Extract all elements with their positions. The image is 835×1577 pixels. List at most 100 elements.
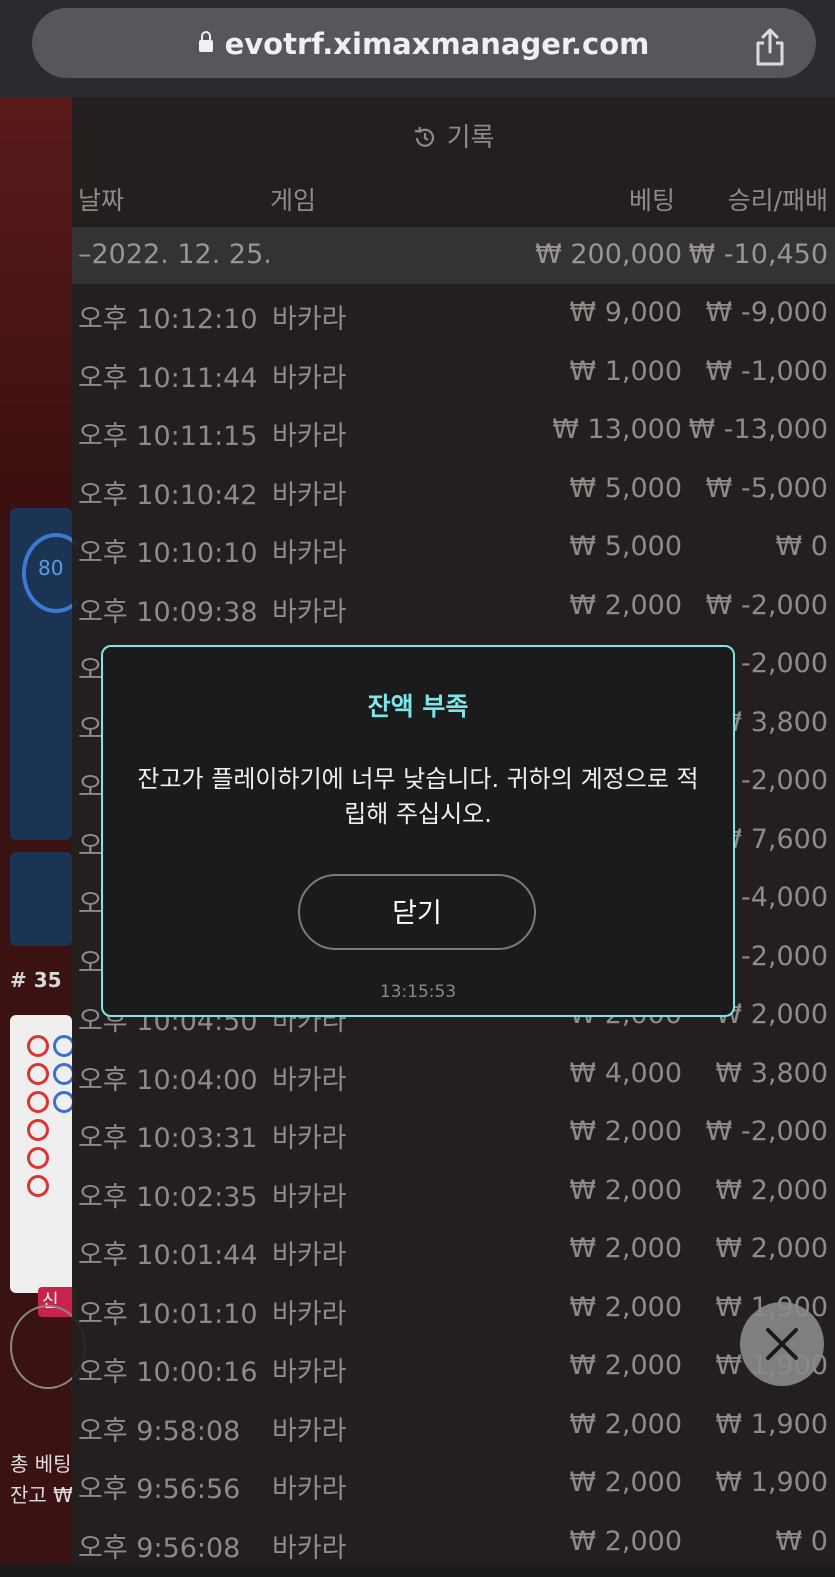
history-row[interactable]: 오후 9:56:08 바카라 ₩ 2,000 ₩ 0 [72,1519,835,1577]
url-text: evotrf.ximaxmanager.com [224,27,650,61]
dialog-message: 잔고가 플레이하기에 너무 낮습니다. 귀하의 계정으로 적립해 주십시오. [137,765,699,828]
row-win-loss: -4,000 [740,882,828,913]
row-win-loss: -2,000 [740,765,828,796]
bet-spot-side[interactable] [10,852,72,946]
share-icon[interactable] [754,28,786,66]
row-time: 오 [78,655,103,686]
row-win-loss: ₩ 2,000 [715,1233,828,1264]
row-win-loss: ₩ -1,000 [705,355,828,387]
url-display[interactable]: evotrf.ximaxmanager.com [32,27,816,61]
row-game: 바카라 [272,1181,347,1213]
column-header-win-loss: 승리/패배 [727,186,828,215]
history-row[interactable]: 오후 10:03:31 바카라 ₩ 2,000 ₩ -2,000 [72,1109,835,1167]
bead-red [27,1035,49,1057]
history-row[interactable]: 오후 10:04:00 바카라 ₩ 4,000 ₩ 3,800 [72,1051,835,1109]
round-number: # 35 [10,968,62,992]
row-game: 바카라 [272,1357,347,1388]
column-header-date: 날짜 [78,186,125,215]
date-group-row[interactable]: –2022. 12. 25. ₩ 200,000 ₩ -10,450 [72,227,835,284]
row-game: 바카라 [272,362,347,394]
close-icon [766,1328,798,1360]
bead-red [27,1063,49,1085]
row-time: 오후 10:01:10 [78,1298,258,1330]
game-table-edge [0,97,72,517]
row-win-loss: ₩ 3,800 [715,1057,828,1089]
row-win-loss: ₩ 1,900 [715,1408,828,1440]
row-bet: ₩ 9,000 [569,297,682,328]
row-bet: ₩ 2,000 [569,589,682,621]
dialog-timestamp: 13:15:53 [379,982,457,1002]
row-win-loss: ₩ -5,000 [705,472,828,504]
address-bar[interactable]: evotrf.ximaxmanager.com [32,8,816,78]
history-title: 기록 [446,123,495,153]
row-time: 오후 10:00:16 [78,1357,258,1388]
row-time: 오 [78,889,103,920]
row-game: 바카라 [272,421,347,452]
history-row[interactable]: 오후 10:09:38 바카라 ₩ 2,000 ₩ -2,000 [72,583,835,641]
row-time: 오 [78,830,103,862]
row-win-loss: ₩ 2,000 [715,1174,828,1206]
row-bet: ₩ 4,000 [569,1057,682,1089]
history-row[interactable]: 오후 10:01:10바카라₩ 2,000₩ 1,900 [72,1285,835,1343]
row-win-loss: ₩ -9,000 [705,297,828,328]
row-time: 오후 10:02:35 [78,1181,258,1213]
row-bet: ₩ 2,000 [569,1525,682,1557]
history-row[interactable]: 오후 10:02:35 바카라 ₩ 2,000 ₩ 2,000 [72,1168,835,1226]
row-game: 바카라 [272,1064,347,1096]
row-time: 오후 10:01:44 [78,1240,258,1271]
timer-percent: 80 [38,556,64,580]
bead-red [27,1147,49,1169]
row-win-loss: -2,000 [740,648,828,679]
row-win-loss: ₩ 0 [775,1525,828,1557]
date-group-win-loss: ₩ -10,450 [688,239,829,270]
history-icon [414,126,434,147]
history-header: 기록 [72,97,835,165]
browser-toolbar: evotrf.ximaxmanager.com [0,0,835,97]
close-dialog-button[interactable]: 닫기 [298,874,536,950]
history-row[interactable]: 오후 10:12:10 바카라 ₩ 9,000 ₩ -9,000 [72,290,835,348]
row-win-loss: ₩ -13,000 [688,414,829,445]
row-game: 바카라 [272,596,347,628]
history-row[interactable]: 오후 10:10:42 바카라 ₩ 5,000 ₩ -5,000 [72,466,835,524]
row-game: 바카라 [272,538,347,569]
history-row[interactable]: 오후 9:58:08 바카라 ₩ 2,000 ₩ 1,900 [72,1402,835,1460]
row-game: 바카라 [272,1123,347,1154]
history-row[interactable]: 오후 10:10:10 바카라 ₩ 5,000 ₩ 0 [72,524,835,582]
row-bet: ₩ 5,000 [569,472,682,504]
history-row[interactable]: 오후 10:11:15 바카라 ₩ 13,000 ₩ -13,000 [72,407,835,465]
history-row[interactable]: 오후 9:56:56 바카라 ₩ 2,000 ₩ 1,900 [72,1460,835,1518]
row-bet: ₩ 2,000 [569,1408,682,1440]
row-game: 바카라 [272,479,347,511]
column-header-bet: 베팅 [628,186,675,215]
row-bet: ₩ 2,000 [569,1233,682,1264]
date-group-bet: ₩ 200,000 [535,239,682,270]
row-win-loss: ₩ -2,000 [705,1116,828,1147]
insufficient-balance-dialog: 잔액 부족 잔고가 플레이하기에 너무 낮습니다. 귀하의 계정으로 적립해 주… [101,645,735,1017]
history-row[interactable]: 오후 10:01:44 바카라 ₩ 2,000 ₩ 2,000 [72,1226,835,1284]
history-row[interactable]: 오후 10:00:16바카라₩ 2,000₩ 1,900 [72,1343,835,1401]
row-time: 오 [78,947,103,979]
bead-road [10,1015,75,1293]
row-bet: ₩ 5,000 [569,531,682,562]
row-time: 오후 9:56:08 [78,1532,241,1564]
row-bet: ₩ 2,000 [569,1174,682,1206]
row-win-loss: ₩ 1,900 [715,1467,828,1498]
row-win-loss: -2,000 [740,940,828,972]
bead-red [27,1175,49,1197]
row-time: 오후 10:10:42 [78,479,258,511]
lock-icon [198,31,213,52]
row-game: 바카라 [272,304,347,335]
row-time: 오후 10:03:31 [78,1123,258,1154]
bead-red [27,1091,49,1113]
row-time: 오후 9:58:08 [78,1415,241,1447]
row-game: 바카라 [272,1298,347,1330]
row-bet: ₩ 1,000 [569,355,682,387]
history-row[interactable]: 오후 10:11:44 바카라 ₩ 1,000 ₩ -1,000 [72,349,835,407]
row-bet: ₩ 2,000 [569,1350,682,1381]
row-bet: ₩ 13,000 [552,414,682,445]
row-time: 오후 10:12:10 [78,304,258,335]
row-bet: ₩ 2,000 [569,1467,682,1498]
close-history-button[interactable] [740,1302,824,1386]
row-game: 바카라 [272,1415,347,1447]
row-time: 오후 10:11:15 [78,421,258,452]
